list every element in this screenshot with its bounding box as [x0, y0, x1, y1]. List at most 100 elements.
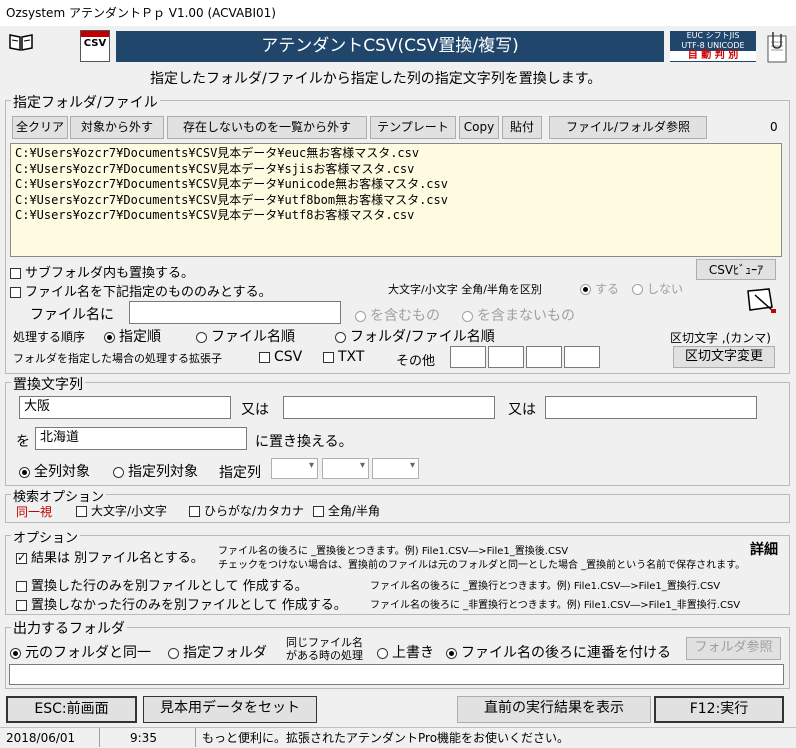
sequence-radio[interactable]: ファイル名の後ろに連番を付ける — [446, 642, 671, 662]
ext-other-label: その他 — [396, 354, 436, 369]
specified-folder-radio[interactable]: 指定フォルダ — [168, 642, 267, 662]
filename-filter-checkbox[interactable]: ファイル名を下記指定のもののみとする。 — [10, 281, 272, 300]
filename-filter-check-box[interactable] — [10, 287, 21, 298]
list-item[interactable]: C:¥Users¥ozcr7¥Documents¥CSV見本データ¥utf8bo… — [15, 193, 777, 209]
only-replaced-check-box[interactable] — [16, 581, 27, 592]
only-unreplaced-note: ファイル名の後ろに _非置換行とつきます。例) File1.CSV―>File1… — [370, 600, 741, 611]
esc-button[interactable]: ESC:前画面 — [6, 696, 137, 723]
ext-other-input-2[interactable] — [488, 346, 524, 368]
replace-suffix-label: に置き換える。 — [255, 434, 353, 450]
file-list[interactable]: C:¥Users¥ozcr7¥Documents¥CSV見本データ¥euc無お客… — [10, 143, 782, 257]
overwrite-radio[interactable]: 上書き — [377, 642, 434, 662]
details-link[interactable]: 詳細 — [750, 539, 778, 559]
result-separate-check-box[interactable] — [16, 551, 27, 564]
copy-button[interactable]: Copy — [459, 116, 499, 139]
search-kana-checkbox[interactable]: ひらがな/カタカナ — [189, 502, 304, 519]
list-item[interactable]: C:¥Users¥ozcr7¥Documents¥CSV見本データ¥euc無お客… — [15, 146, 777, 162]
output-path-input[interactable] — [9, 664, 784, 685]
all-columns-radio[interactable]: 全列対象 — [19, 461, 90, 481]
list-item[interactable]: C:¥Users¥ozcr7¥Documents¥CSV見本データ¥utf8お客… — [15, 208, 777, 224]
order-folder-filename-radio-dot[interactable] — [335, 331, 346, 343]
clip-icon[interactable] — [764, 28, 790, 66]
subfolder-check-box[interactable] — [10, 268, 21, 279]
search-case-checkbox[interactable]: 大文字/小文字 — [76, 502, 167, 519]
subfolder-label: サブフォルダ内も置換する。 — [25, 266, 195, 281]
not-contains-radio[interactable]: を含まないもの — [462, 305, 575, 325]
ext-other-input-1[interactable] — [450, 346, 486, 368]
order-specified-radio[interactable]: 指定順 — [104, 326, 161, 346]
column-select-1[interactable] — [271, 458, 318, 479]
case-yes-radio-dot[interactable] — [580, 284, 591, 295]
specified-folder-radio-dot[interactable] — [168, 647, 179, 659]
order-specified-radio-dot[interactable] — [104, 331, 115, 343]
same-folder-radio-dot[interactable] — [10, 647, 21, 659]
browse-button[interactable]: ファイル/フォルダ参照 — [549, 116, 707, 139]
search-value-2[interactable] — [283, 396, 495, 419]
app-window: Ozsystem アテンダントＰｐ V1.00 (ACVABI01) CSV ア… — [0, 0, 796, 748]
case-no-radio-dot[interactable] — [632, 284, 643, 295]
order-filename-radio[interactable]: ファイル名順 — [196, 326, 295, 346]
paste-button[interactable]: 貼付 — [502, 116, 542, 139]
wo-label: を — [16, 434, 30, 450]
run-button[interactable]: F12:実行 — [654, 696, 784, 723]
ext-csv-check-box[interactable] — [259, 351, 270, 363]
delimiter-change-button[interactable]: 区切文字変更 — [673, 346, 775, 368]
search-value-3[interactable] — [545, 396, 757, 419]
case-yes-radio[interactable]: する — [580, 280, 619, 297]
remove-missing-button[interactable]: 存在しないものを一覧から外す — [167, 116, 367, 139]
edit-note-icon[interactable] — [745, 285, 779, 315]
remove-button[interactable]: 対象から外す — [70, 116, 164, 139]
not-contains-radio-dot[interactable] — [462, 310, 473, 322]
specified-columns-radio-dot[interactable] — [113, 466, 124, 478]
only-unreplaced-checkbox[interactable]: 置換しなかった行のみを別ファイルとして 作成する。 — [16, 594, 347, 613]
filename-label: ファイル名に — [30, 307, 114, 323]
book-icon[interactable] — [8, 32, 34, 52]
search-width-check-box[interactable] — [313, 506, 324, 517]
column-select-2[interactable] — [322, 458, 369, 479]
specified-columns-radio[interactable]: 指定列対象 — [113, 461, 198, 481]
overwrite-radio-dot[interactable] — [377, 647, 388, 659]
search-value-1[interactable]: 大阪 — [19, 396, 231, 419]
filename-filter-label: ファイル名を下記指定のもののみとする。 — [25, 285, 272, 300]
same-folder-radio[interactable]: 元のフォルダと同一 — [10, 642, 151, 662]
ext-txt-checkbox[interactable]: TXT — [323, 349, 364, 365]
ext-csv-checkbox[interactable]: CSV — [259, 349, 302, 365]
contains-label: を含むもの — [370, 308, 440, 324]
contains-radio[interactable]: を含むもの — [355, 305, 440, 325]
csv-viewer-button[interactable]: CSVﾋﾞｭｰｱ — [696, 259, 776, 280]
ext-other-input-4[interactable] — [564, 346, 600, 368]
show-last-result-button[interactable]: 直前の実行結果を表示 — [457, 696, 651, 723]
window-title: Ozsystem アテンダントＰｐ V1.00 (ACVABI01) — [6, 6, 276, 20]
encoding-line3: 自 動 判 別 — [670, 51, 756, 61]
specified-folder-label: 指定フォルダ — [183, 645, 267, 661]
list-item[interactable]: C:¥Users¥ozcr7¥Documents¥CSV見本データ¥sjisお客… — [15, 162, 777, 178]
column-select-3[interactable] — [372, 458, 419, 479]
result-separate-checkbox[interactable]: 結果は 別ファイル名とする。 — [16, 547, 204, 566]
search-width-checkbox[interactable]: 全角/半角 — [313, 502, 380, 519]
template-button[interactable]: テンプレート — [370, 116, 456, 139]
only-replaced-checkbox[interactable]: 置換した行のみを別ファイルとして 作成する。 — [16, 575, 308, 594]
case-no-label: しない — [647, 282, 684, 296]
only-unreplaced-check-box[interactable] — [16, 600, 27, 611]
ext-txt-label: TXT — [338, 349, 365, 365]
ext-label: フォルダを指定した場合の処理する拡張子 — [13, 352, 222, 365]
list-item[interactable]: C:¥Users¥ozcr7¥Documents¥CSV見本データ¥unicod… — [15, 177, 777, 193]
search-case-check-box[interactable] — [76, 506, 87, 517]
sample-data-button[interactable]: 見本用データをセット — [143, 696, 317, 723]
subfolder-checkbox[interactable]: サブフォルダ内も置換する。 — [10, 262, 194, 281]
sequence-radio-dot[interactable] — [446, 647, 457, 659]
only-replaced-note: ファイル名の後ろに _置換行とつきます。例) File1.CSV―>File1_… — [370, 581, 721, 592]
order-filename-radio-dot[interactable] — [196, 331, 207, 343]
case-label: 大文字/小文字 全角/半角を区別 — [388, 283, 542, 296]
contains-radio-dot[interactable] — [355, 310, 366, 322]
order-folder-filename-radio[interactable]: フォルダ/ファイル名順 — [335, 326, 495, 346]
replace-with-input[interactable]: 北海道 — [35, 427, 247, 450]
ext-txt-check-box[interactable] — [323, 351, 334, 363]
search-kana-check-box[interactable] — [189, 506, 200, 517]
folder-browse-button[interactable]: フォルダ参照 — [686, 637, 781, 660]
ext-other-input-3[interactable] — [526, 346, 562, 368]
all-columns-radio-dot[interactable] — [19, 466, 30, 478]
case-no-radio[interactable]: しない — [632, 280, 683, 297]
filename-input[interactable] — [129, 301, 341, 324]
clear-all-button[interactable]: 全クリア — [12, 116, 68, 139]
